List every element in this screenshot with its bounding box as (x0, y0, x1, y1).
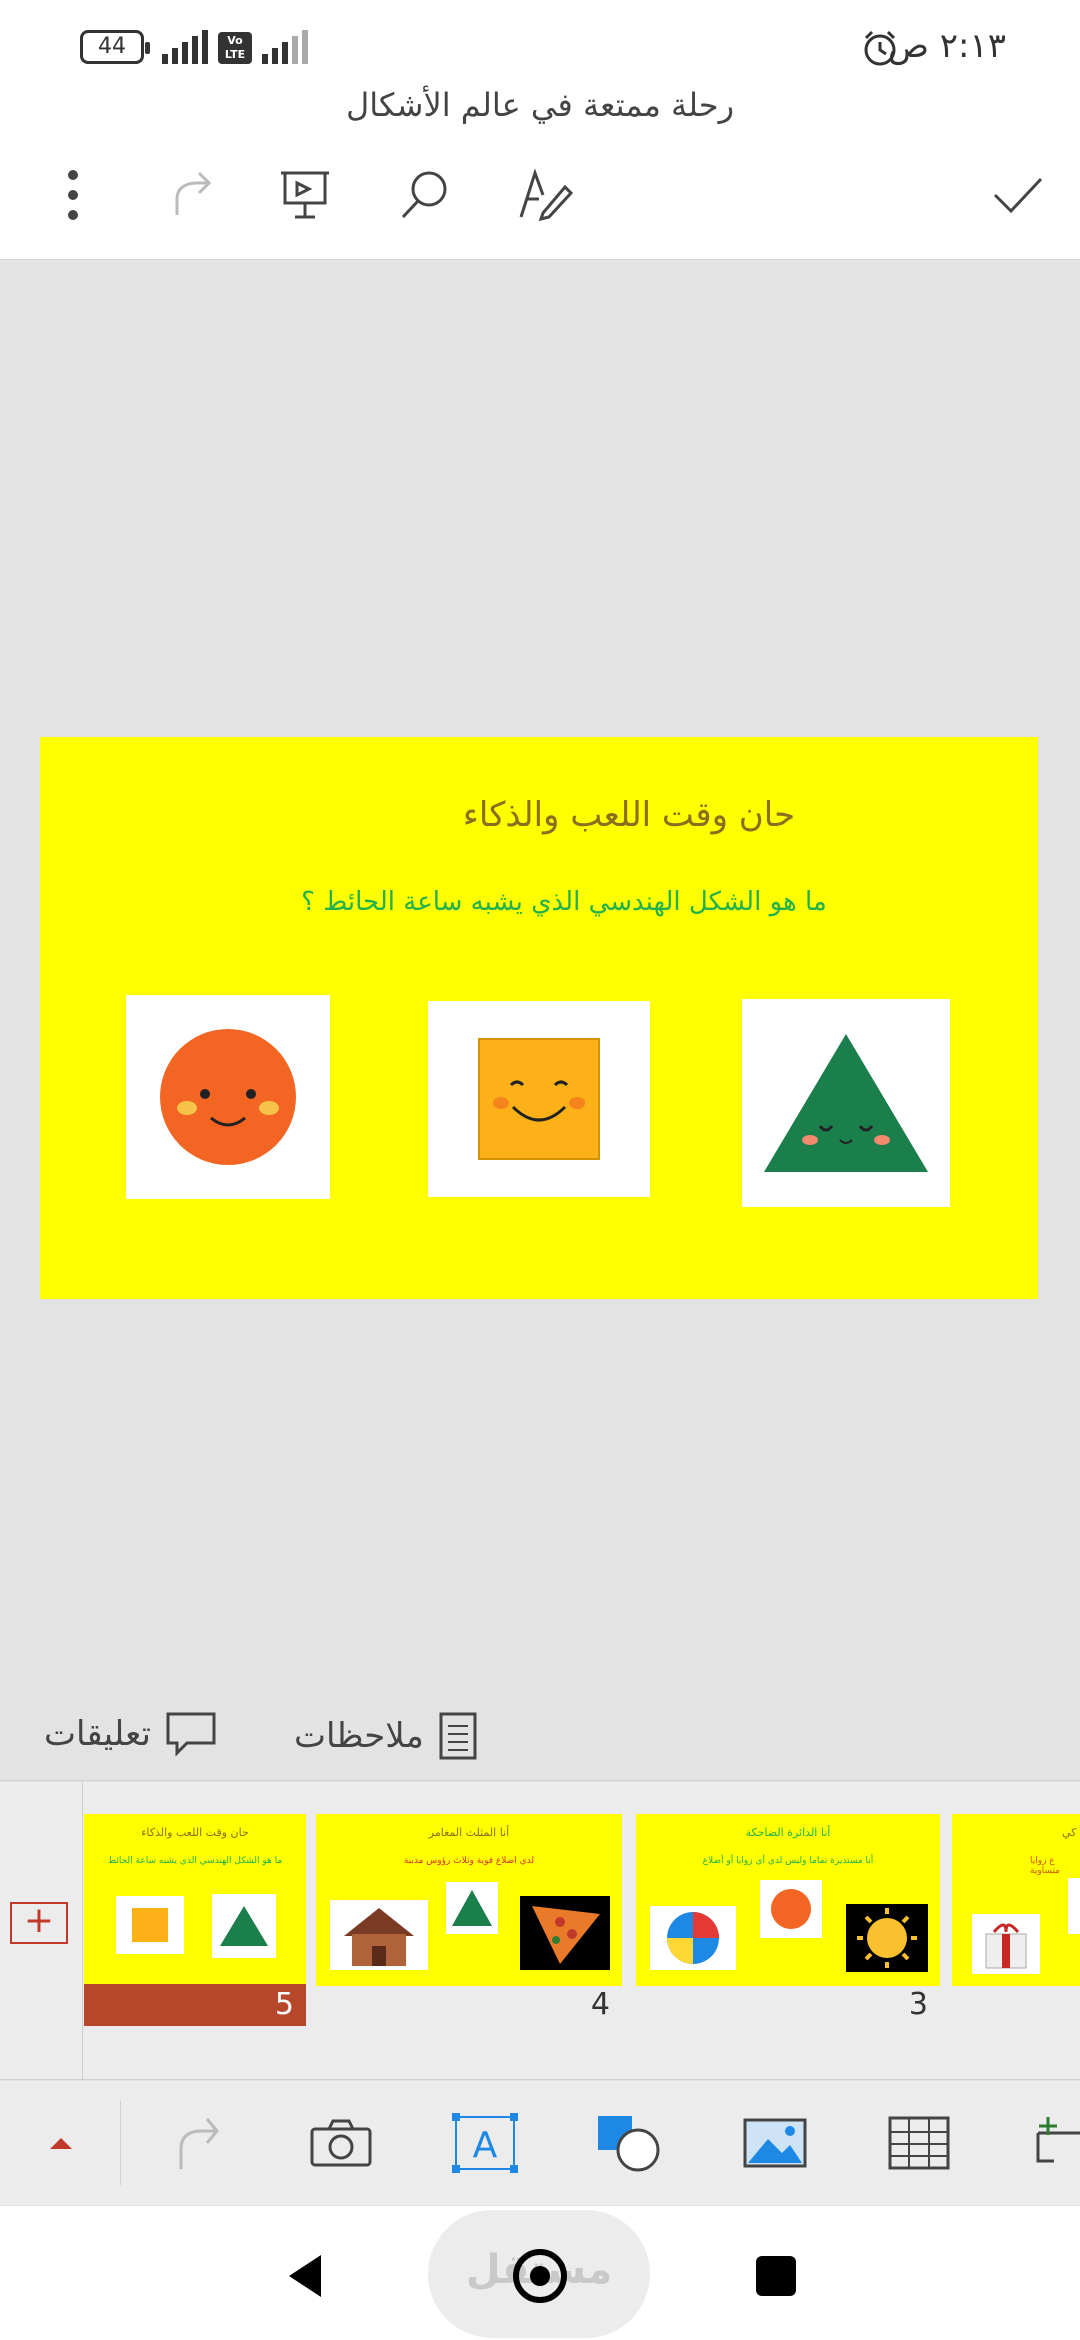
thumbnail-slide-3[interactable]: أنا الدائرة الضاحكة أنا مستديرة تماما ول… (636, 1814, 940, 1986)
battery-level: 44 (98, 34, 126, 59)
thumbnail-number-3: 3 (908, 1987, 928, 2022)
thumbnail-gift-image (972, 1914, 1040, 1974)
thumbnail-pizza-image (520, 1896, 610, 1970)
status-bar: 44 Vo LTE ٢:١٣ ص (0, 0, 1080, 80)
comments-button[interactable]: تعليقات (44, 1711, 217, 1757)
notes-comments-bar: تعليقات ملاحظات (0, 1691, 1080, 1781)
thumbnail-partial-image (1068, 1878, 1080, 1934)
thumbnail-triangle-image (212, 1894, 276, 1958)
table-icon[interactable] (884, 2111, 954, 2175)
signal-icon (262, 28, 308, 64)
thumbnail-circle-image (760, 1880, 822, 1938)
thumbnail-subtitle: ما هو الشكل الهندسي الذي يشبه ساعة الحائ… (107, 1856, 283, 1866)
thumbnail-ball-image (650, 1906, 736, 1970)
current-slide[interactable]: حان وقت اللعب والذكاء ما هو الشكل الهندس… (40, 737, 1038, 1299)
expand-up-icon[interactable] (26, 2111, 96, 2175)
volte-icon: Vo LTE (218, 32, 252, 64)
battery-icon: 44 (80, 30, 150, 64)
recents-icon[interactable] (736, 2236, 816, 2316)
top-toolbar (0, 130, 1080, 260)
thumbnail-title: حان وقت اللعب والذكاء (141, 1826, 249, 1839)
square-face-image (478, 1038, 600, 1160)
signal-icon (162, 28, 208, 64)
thumbnail-slide-2[interactable]: كي ع زوايا متساوية (952, 1814, 1080, 1986)
redo-icon[interactable] (160, 2111, 230, 2175)
slide-thumbnails: + حان وقت اللعب والذكاء ما هو الشكل الهن… (0, 1782, 1080, 2080)
triangle-face-image (764, 1034, 928, 1172)
picture-icon[interactable] (740, 2111, 810, 2175)
system-navbar: مستقل (0, 2206, 1080, 2340)
check-icon[interactable] (982, 160, 1052, 230)
thumbnail-number-4: 4 (590, 1987, 610, 2022)
slide-title[interactable]: حان وقت اللعب والذكاء (40, 795, 1038, 835)
thumbnail-triangle-image (446, 1882, 498, 1934)
comment-icon (166, 1712, 216, 1757)
thumbnail-subtitle: ع زوايا متساوية (1030, 1856, 1060, 1876)
thumbnail-number-5: 5 (84, 1984, 306, 2026)
square-card[interactable] (428, 1001, 650, 1197)
thumbnail-subtitle: لدي اضلاع قوية وثلاث رؤوس مدببة (403, 1856, 535, 1866)
home-icon[interactable] (500, 2236, 580, 2316)
thumbnail-divider (82, 1782, 83, 2080)
thumbnail-title: أنا الدائرة الضاحكة (745, 1826, 831, 1839)
thumbnail-house-image (330, 1900, 428, 1970)
thumbnail-slide-5[interactable]: حان وقت اللعب والذكاء ما هو الشكل الهندس… (84, 1814, 306, 1986)
shapes-icon[interactable] (594, 2111, 664, 2175)
add-slide-button[interactable]: + (10, 1902, 68, 1944)
circle-face-image (160, 1029, 296, 1165)
more-vert-icon[interactable] (38, 160, 108, 230)
back-icon[interactable] (266, 2236, 346, 2316)
toolbar-separator (120, 2101, 121, 2185)
text-box-icon[interactable]: A (450, 2111, 520, 2175)
thumbnail-subtitle: أنا مستديرة تماما وليس لدي أي زوايا أو أ… (702, 1856, 874, 1866)
slide-question[interactable]: ما هو الشكل الهندسي الذي يشبه ساعة الحائ… (40, 887, 1038, 917)
thumbnail-title: أنا المثلث المغامر (428, 1826, 510, 1839)
redo-icon[interactable] (156, 160, 226, 230)
pen-icon[interactable] (510, 160, 580, 230)
notes-button[interactable]: ملاحظات (294, 1711, 478, 1761)
notes-icon (439, 1712, 477, 1760)
circle-card[interactable] (126, 995, 330, 1199)
clock: ٢:١٣ ص (887, 26, 1006, 66)
thumbnail-slide-4[interactable]: أنا المثلث المغامر لدي اضلاع قوية وثلاث … (316, 1814, 622, 1986)
svg-text:A: A (473, 2125, 498, 2166)
new-comment-icon[interactable] (1026, 2111, 1080, 2175)
camera-icon[interactable] (306, 2111, 376, 2175)
bottom-toolbar: A (0, 2081, 1080, 2205)
document-title[interactable]: رحلة ممتعة في عالم الأشكال (0, 80, 1080, 130)
notes-label: ملاحظات (294, 1716, 424, 1756)
search-icon[interactable] (390, 160, 460, 230)
thumbnail-square-image (116, 1896, 184, 1954)
present-icon[interactable] (270, 160, 340, 230)
comments-label: تعليقات (44, 1714, 151, 1754)
thumbnail-sun-image (846, 1904, 928, 1972)
thumbnail-title: كي (1062, 1826, 1077, 1839)
triangle-card[interactable] (742, 999, 950, 1207)
